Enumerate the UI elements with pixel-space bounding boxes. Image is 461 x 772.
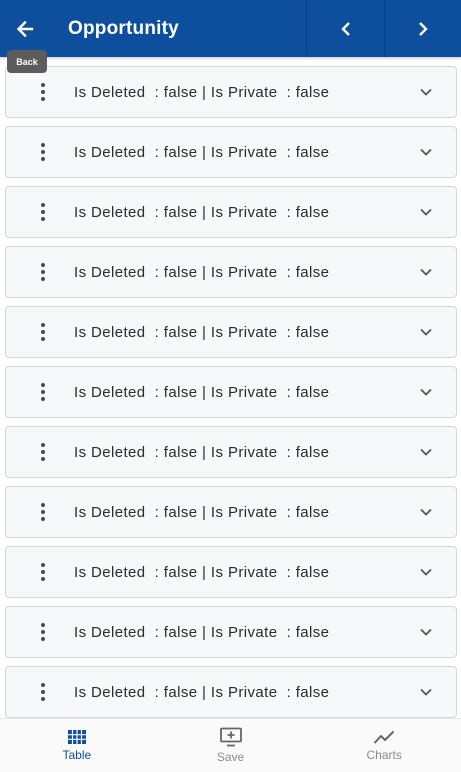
kebab-dot [41, 143, 45, 147]
kebab-dot [41, 270, 45, 274]
list-item-summary: Is Deleted : false | Is Private : false [74, 383, 330, 401]
list-item-summary: Is Deleted : false | Is Private : false [74, 203, 330, 221]
kebab-dot [41, 390, 45, 394]
list-item-summary: Is Deleted : false | Is Private : false [74, 503, 330, 521]
list-item[interactable]: Is Deleted : false | Is Private : false [5, 246, 457, 298]
kebab-dot [41, 323, 45, 327]
kebab-dot [41, 337, 45, 341]
list-item[interactable]: Is Deleted : false | Is Private : false [5, 666, 457, 718]
app-header: Opportunity [0, 0, 461, 57]
page-title: Opportunity [68, 17, 179, 39]
kebab-dot [41, 210, 45, 214]
chevron-down-icon[interactable] [416, 142, 436, 162]
kebab-dot [41, 203, 45, 207]
kebab-dot [41, 277, 45, 281]
chevron-down-icon[interactable] [416, 322, 436, 342]
kebab-dot [41, 157, 45, 161]
list-item[interactable]: Is Deleted : false | Is Private : false [5, 366, 457, 418]
list-item-summary: Is Deleted : false | Is Private : false [74, 323, 330, 341]
chevron-down-icon[interactable] [416, 82, 436, 102]
back-tooltip: Back [7, 50, 47, 73]
kebab-dot [41, 697, 45, 701]
table-grid-icon [67, 730, 86, 744]
more-options-icon[interactable] [33, 560, 53, 584]
more-options-icon[interactable] [33, 680, 53, 704]
list-item-summary: Is Deleted : false | Is Private : false [74, 683, 330, 701]
chevron-down-icon[interactable] [416, 562, 436, 582]
kebab-dot [41, 683, 45, 687]
kebab-dot [41, 450, 45, 454]
chevron-left-icon [340, 21, 350, 36]
list-item-summary: Is Deleted : false | Is Private : false [74, 83, 330, 101]
previous-record-button[interactable] [306, 0, 384, 57]
chevron-down-icon[interactable] [416, 682, 436, 702]
line-chart-icon [373, 730, 395, 744]
list-item[interactable]: Is Deleted : false | Is Private : false [5, 546, 457, 598]
kebab-dot [41, 90, 45, 94]
save-monitor-icon [219, 727, 242, 747]
list-item-summary: Is Deleted : false | Is Private : false [74, 443, 330, 461]
list-item[interactable]: Is Deleted : false | Is Private : false [5, 186, 457, 238]
list-item-summary: Is Deleted : false | Is Private : false [74, 623, 330, 641]
more-options-icon[interactable] [33, 140, 53, 164]
chevron-down-icon[interactable] [416, 622, 436, 642]
kebab-dot [41, 457, 45, 461]
kebab-dot [41, 330, 45, 334]
list-item-summary: Is Deleted : false | Is Private : false [74, 263, 330, 281]
nav-table[interactable]: Table [0, 719, 154, 772]
kebab-dot [41, 570, 45, 574]
kebab-dot [41, 97, 45, 101]
kebab-dot [41, 383, 45, 387]
more-options-icon[interactable] [33, 440, 53, 464]
kebab-dot [41, 217, 45, 221]
kebab-dot [41, 263, 45, 267]
chevron-down-icon[interactable] [416, 382, 436, 402]
nav-charts[interactable]: Charts [307, 719, 461, 772]
kebab-dot [41, 510, 45, 514]
kebab-dot [41, 690, 45, 694]
chevron-down-icon[interactable] [416, 262, 436, 282]
kebab-dot [41, 83, 45, 87]
chevron-down-icon[interactable] [416, 202, 436, 222]
more-options-icon[interactable] [33, 380, 53, 404]
bottom-navigation: Table Save Charts [0, 718, 461, 772]
kebab-dot [41, 577, 45, 581]
next-record-button[interactable] [384, 0, 461, 57]
chevron-down-icon[interactable] [416, 502, 436, 522]
nav-table-label: Table [62, 748, 92, 762]
more-options-icon[interactable] [33, 320, 53, 344]
list-item[interactable]: Is Deleted : false | Is Private : false [5, 126, 457, 178]
record-list: Is Deleted : false | Is Private : false I… [0, 57, 461, 718]
kebab-dot [41, 397, 45, 401]
more-options-icon[interactable] [33, 260, 53, 284]
kebab-dot [41, 443, 45, 447]
list-item[interactable]: Is Deleted : false | Is Private : false [5, 606, 457, 658]
more-options-icon[interactable] [33, 500, 53, 524]
chevron-right-icon [419, 21, 428, 36]
back-button[interactable] [0, 0, 50, 57]
nav-charts-label: Charts [366, 748, 402, 762]
more-options-icon[interactable] [33, 200, 53, 224]
nav-save[interactable]: Save [154, 719, 308, 772]
kebab-dot [41, 637, 45, 641]
more-options-icon[interactable] [33, 620, 53, 644]
kebab-dot [41, 563, 45, 567]
chevron-down-icon[interactable] [416, 442, 436, 462]
kebab-dot [41, 150, 45, 154]
list-item-summary: Is Deleted : false | Is Private : false [74, 563, 330, 581]
nav-save-label: Save [216, 750, 245, 764]
list-item[interactable]: Is Deleted : false | Is Private : false [5, 486, 457, 538]
kebab-dot [41, 517, 45, 521]
list-item[interactable]: Is Deleted : false | Is Private : false [5, 66, 457, 118]
kebab-dot [41, 623, 45, 627]
list-item[interactable]: Is Deleted : false | Is Private : false [5, 306, 457, 358]
list-item-summary: Is Deleted : false | Is Private : false [74, 143, 330, 161]
kebab-dot [41, 503, 45, 507]
app-root: Opportunity Back Is Deleted : false | Is… [0, 0, 461, 772]
more-options-icon[interactable] [33, 80, 53, 104]
kebab-dot [41, 630, 45, 634]
arrow-left-icon [16, 20, 34, 37]
list-item[interactable]: Is Deleted : false | Is Private : false [5, 426, 457, 478]
